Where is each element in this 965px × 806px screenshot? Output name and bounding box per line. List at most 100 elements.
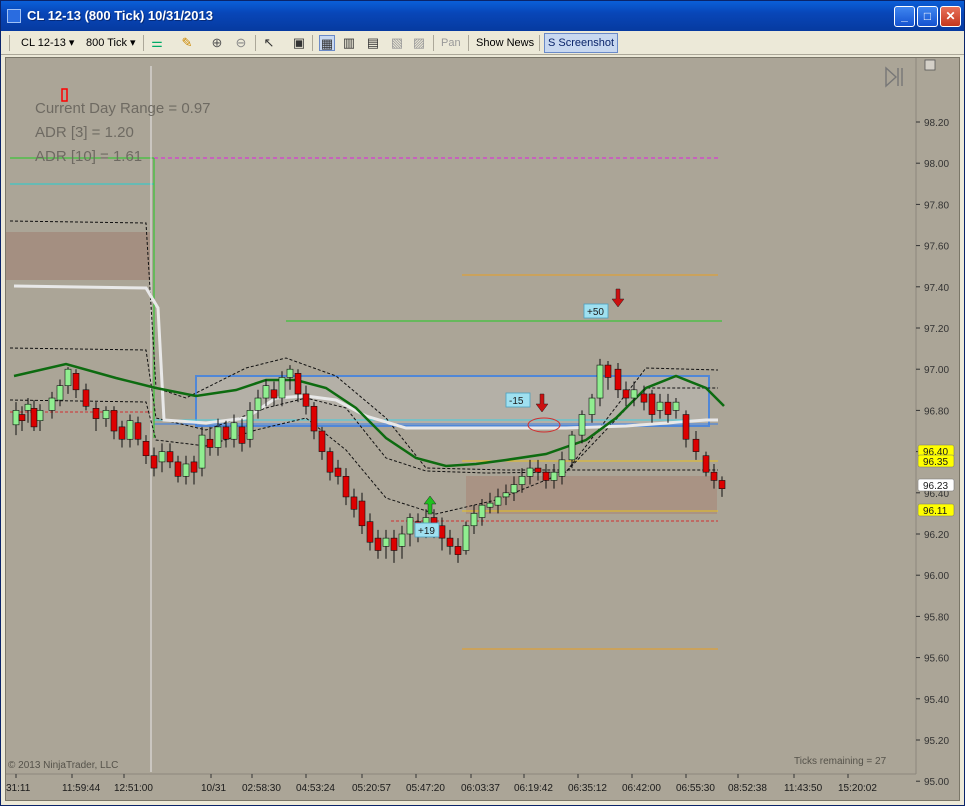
down-candle xyxy=(174,461,182,477)
up-candle xyxy=(48,397,56,411)
up-candle xyxy=(578,414,586,436)
pan-button[interactable]: Pan xyxy=(441,34,461,52)
down-candle xyxy=(222,426,230,440)
toolbar-separator xyxy=(468,35,469,51)
price-tick-label: 96.00 xyxy=(924,571,949,582)
time-tick-label: 05:47:20 xyxy=(406,783,445,794)
down-candle xyxy=(110,410,118,432)
down-candle xyxy=(118,426,126,440)
price-chart[interactable]: +50 -15 +19 98.20 98.00 97.80 97.60 97.40 97.20 9… xyxy=(6,58,961,802)
up-candle xyxy=(398,533,406,547)
down-candle xyxy=(534,467,542,473)
down-candle xyxy=(342,476,350,498)
title-bar[interactable]: CL 12-13 (800 Tick) 10/31/2013 _ □ ✕ xyxy=(1,1,964,31)
up-candle xyxy=(656,401,664,411)
zoom-out-icon[interactable]: ⊖ xyxy=(233,35,249,51)
up-candle xyxy=(214,426,222,448)
instrument-label: CL 12-13 xyxy=(21,37,66,49)
show-news-button[interactable]: Show News xyxy=(476,34,534,52)
up-candle xyxy=(36,410,44,421)
time-tick-label: 06:35:12 xyxy=(568,783,607,794)
up-candle xyxy=(24,403,32,411)
down-candle xyxy=(682,414,690,440)
time-tick-label: 15:20:02 xyxy=(838,783,877,794)
bar-chart-icon[interactable]: ▦ xyxy=(319,35,335,51)
down-candle xyxy=(640,393,648,403)
up-candle xyxy=(158,451,166,463)
drawing-tool-icon[interactable]: ✎ xyxy=(179,35,195,51)
price-marker-label: 96.11 xyxy=(923,506,948,517)
properties-icon[interactable]: ▧ xyxy=(389,35,405,51)
price-tick-label: 95.80 xyxy=(924,612,949,623)
price-tick-label: 96.20 xyxy=(924,530,949,541)
skip-to-end-icon xyxy=(885,66,903,88)
toolbar-separator xyxy=(312,35,313,51)
up-candle xyxy=(558,459,566,477)
price-tick-label: 98.20 xyxy=(924,118,949,129)
down-candle xyxy=(30,408,38,428)
price-marker-label: 96.23 xyxy=(923,481,948,492)
price-tick-label: 95.00 xyxy=(924,777,949,788)
sell-arrow-icon xyxy=(611,288,625,308)
down-candle xyxy=(190,461,198,473)
interval-selector[interactable]: 800 Tick ▾ xyxy=(86,34,136,52)
down-candle xyxy=(206,438,214,448)
down-candle xyxy=(294,373,302,395)
down-candle xyxy=(692,438,700,452)
up-candle xyxy=(518,476,526,485)
data-box-icon[interactable]: ▣ xyxy=(291,35,307,51)
chevron-down-icon: ▾ xyxy=(130,37,136,49)
toolbar-grip xyxy=(9,35,10,51)
maximize-button[interactable]: □ xyxy=(917,6,938,27)
candlestick-icon[interactable]: ▥ xyxy=(341,35,357,51)
up-candle xyxy=(182,463,190,477)
down-candle xyxy=(302,393,310,407)
cursor-icon[interactable]: ↖ xyxy=(261,35,277,51)
up-candle xyxy=(102,410,110,419)
down-candle xyxy=(718,480,726,489)
down-candle xyxy=(350,496,358,510)
up-candle xyxy=(672,401,680,411)
down-candle xyxy=(604,364,612,378)
price-tick-label: 97.20 xyxy=(924,324,949,335)
price-tick-label: 98.00 xyxy=(924,159,949,170)
down-candle xyxy=(326,451,334,473)
minimize-button[interactable]: _ xyxy=(894,6,915,27)
down-candle xyxy=(166,451,174,463)
ticks-remaining-text: Ticks remaining = 27 xyxy=(794,756,887,767)
price-tick-label: 95.40 xyxy=(924,695,949,706)
down-candle xyxy=(374,537,382,551)
up-candle xyxy=(286,368,294,378)
chart-panel[interactable]: +50 -15 +19 98.20 98.00 97.80 97.60 97.40 97.20 9… xyxy=(5,57,960,801)
app-icon xyxy=(7,9,21,23)
down-candle xyxy=(238,426,246,444)
down-candle xyxy=(366,521,374,543)
time-tick-label: 11:43:50 xyxy=(784,783,823,794)
down-candle xyxy=(648,393,656,415)
close-button[interactable]: ✕ xyxy=(940,6,961,27)
up-candle xyxy=(56,385,64,401)
up-candle xyxy=(254,397,262,411)
down-candle xyxy=(542,471,550,481)
down-candle xyxy=(614,368,622,391)
template-icon[interactable]: ▨ xyxy=(411,35,427,51)
up-candle xyxy=(278,377,286,399)
down-candle xyxy=(72,373,80,391)
down-candle xyxy=(664,401,672,415)
line-chart-icon[interactable]: ▤ xyxy=(365,35,381,51)
price-marker-label: 96.35 xyxy=(923,457,948,468)
zoom-in-icon[interactable]: ⊕ xyxy=(209,35,225,51)
instrument-selector[interactable]: CL 12-13 ▾ xyxy=(21,34,74,52)
toolbar-separator xyxy=(143,35,144,51)
screenshot-button[interactable]: S Screenshot xyxy=(544,33,619,53)
bar-style-icon[interactable]: ⚌ xyxy=(149,35,165,51)
down-candle xyxy=(318,430,326,452)
down-candle xyxy=(622,389,630,399)
up-candle xyxy=(470,513,478,527)
price-tick-label: 97.00 xyxy=(924,365,949,376)
chart-toolbar: CL 12-13 ▾ 800 Tick ▾ ⚌ ✎ ⊕ ⊖ ↖ ▣ ▦ ▥ ▤ … xyxy=(1,31,964,55)
up-candle xyxy=(230,422,238,440)
up-candle xyxy=(478,504,486,518)
down-candle xyxy=(334,467,342,477)
up-candle xyxy=(510,484,518,494)
